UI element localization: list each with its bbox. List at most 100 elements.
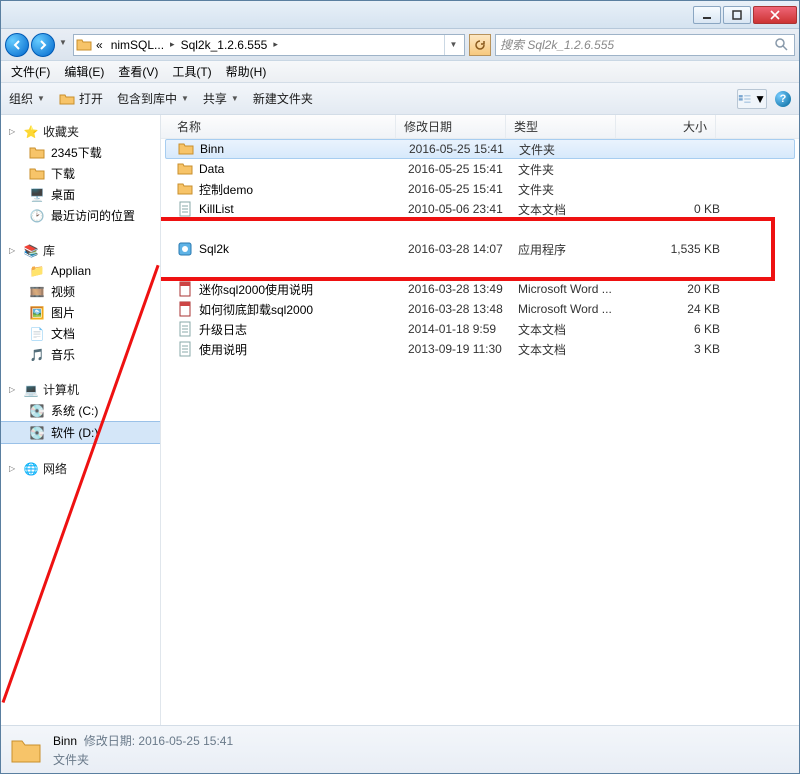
help-button[interactable]: ? — [775, 91, 791, 107]
file-row[interactable]: 控制demo2016-05-25 15:41文件夹 — [161, 179, 799, 199]
forward-button[interactable] — [31, 33, 55, 57]
folder-icon — [29, 145, 45, 161]
sidebar-item[interactable]: 2345下载 — [1, 142, 160, 163]
menu-tools[interactable]: 工具(T) — [166, 61, 217, 82]
back-button[interactable] — [5, 33, 29, 57]
file-date: 2016-03-28 14:07 — [408, 242, 518, 256]
file-row[interactable]: 升级日志2014-01-18 9:59文本文档6 KB — [161, 319, 799, 339]
details-pane: Binn 修改日期: 2016-05-25 15:41 文件夹 — [1, 725, 799, 773]
breadcrumb-item[interactable]: nimSQL... — [107, 35, 168, 55]
view-options[interactable]: ▼ — [737, 89, 767, 109]
open-button[interactable]: 打开 — [59, 90, 103, 107]
pictures-icon: 🖼️ — [29, 305, 45, 321]
minimize-button[interactable] — [693, 6, 721, 24]
recent-icon: 🕑 — [29, 208, 45, 224]
sidebar-item[interactable]: 💽软件 (D:) — [1, 421, 160, 444]
file-list[interactable]: Binn 2016-05-25 15:41 文件夹Data2016-05-25 15… — [161, 139, 799, 725]
file-size: 1,535 KB — [628, 242, 728, 256]
txt-icon — [177, 321, 193, 337]
menu-help[interactable]: 帮助(H) — [220, 61, 273, 82]
txt-icon — [177, 341, 193, 357]
file-date: 2016-05-25 15:41 — [409, 142, 519, 156]
sidebar-item[interactable]: 🎵音乐 — [1, 344, 160, 365]
desktop-icon: 🖥️ — [29, 187, 45, 203]
txt-icon — [177, 201, 193, 217]
file-type: 文本文档 — [518, 201, 628, 218]
refresh-button[interactable] — [469, 34, 491, 56]
folder-icon — [177, 161, 193, 177]
file-name: Data — [199, 162, 224, 176]
network-group[interactable]: ▷🌐网络 — [1, 458, 160, 479]
file-row[interactable]: 使用说明2013-09-19 11:30文本文档3 KB — [161, 339, 799, 359]
search-input[interactable]: 搜索 Sql2k_1.2.6.555 — [495, 34, 795, 56]
open-icon — [59, 91, 75, 107]
address-bar[interactable]: « nimSQL...▸ Sql2k_1.2.6.555▸ ▼ — [73, 34, 465, 56]
exe-icon — [177, 241, 193, 257]
file-size: 24 KB — [628, 302, 728, 316]
doc-icon — [177, 281, 193, 297]
sidebar-item[interactable]: 💽系统 (C:) — [1, 400, 160, 421]
file-type: Microsoft Word ... — [518, 282, 628, 296]
organize-button[interactable]: 组织▼ — [9, 90, 45, 107]
sidebar-item[interactable]: 🖼️图片 — [1, 302, 160, 323]
command-bar: 组织▼ 打开 包含到库中▼ 共享▼ 新建文件夹 ▼ ? — [1, 83, 799, 115]
search-placeholder: 搜索 Sql2k_1.2.6.555 — [500, 36, 614, 53]
file-row[interactable]: Sql2k2016-03-28 14:07应用程序1,535 KB — [161, 239, 799, 259]
music-icon: 🎵 — [29, 347, 45, 363]
documents-icon: 📄 — [29, 326, 45, 342]
computer-group[interactable]: ▷💻计算机 — [1, 379, 160, 400]
file-date: 2013-09-19 11:30 — [408, 342, 518, 356]
network-icon: 🌐 — [23, 461, 39, 477]
file-date: 2016-03-28 13:48 — [408, 302, 518, 316]
folder-icon — [9, 733, 43, 767]
navigation-pane[interactable]: ▷⭐收藏夹 2345下载 下载 🖥️桌面 🕑最近访问的位置 ▷📚库 📁Appli… — [1, 115, 161, 725]
libraries-group[interactable]: ▷📚库 — [1, 240, 160, 261]
sidebar-item[interactable]: 📁Applian — [1, 261, 160, 281]
column-size[interactable]: 大小 — [616, 115, 716, 138]
file-row[interactable]: 迷你sql2000使用说明2016-03-28 13:49Microsoft W… — [161, 279, 799, 299]
file-type: Microsoft Word ... — [518, 302, 628, 316]
file-type: 文本文档 — [518, 341, 628, 358]
column-date[interactable]: 修改日期 — [396, 115, 506, 138]
folder-icon — [76, 37, 92, 53]
newfolder-button[interactable]: 新建文件夹 — [253, 90, 313, 107]
file-row[interactable]: 如何彻底卸载sql20002016-03-28 13:48Microsoft W… — [161, 299, 799, 319]
address-dropdown[interactable]: ▼ — [444, 35, 462, 55]
file-type: 应用程序 — [518, 241, 628, 258]
sidebar-item[interactable]: 🖥️桌面 — [1, 184, 160, 205]
include-button[interactable]: 包含到库中▼ — [117, 90, 189, 107]
status-type: 文件夹 — [53, 751, 233, 768]
breadcrumb-item[interactable]: Sql2k_1.2.6.555 — [177, 35, 272, 55]
library-icon: 📚 — [23, 243, 39, 259]
maximize-button[interactable] — [723, 6, 751, 24]
menu-file[interactable]: 文件(F) — [5, 61, 56, 82]
share-button[interactable]: 共享▼ — [203, 90, 239, 107]
sidebar-item[interactable]: 📄文档 — [1, 323, 160, 344]
column-type[interactable]: 类型 — [506, 115, 616, 138]
menu-view[interactable]: 查看(V) — [112, 61, 164, 82]
close-button[interactable] — [753, 6, 797, 24]
body: ▷⭐收藏夹 2345下载 下载 🖥️桌面 🕑最近访问的位置 ▷📚库 📁Appli… — [1, 115, 799, 725]
sidebar-item[interactable]: 🕑最近访问的位置 — [1, 205, 160, 226]
menu-edit[interactable]: 编辑(E) — [58, 61, 110, 82]
file-name: 升级日志 — [199, 321, 247, 338]
history-dropdown[interactable]: ▼ — [57, 33, 69, 53]
file-name: Binn — [200, 142, 224, 156]
sidebar-item[interactable]: 🎞️视频 — [1, 281, 160, 302]
file-row[interactable]: Data2016-05-25 15:41文件夹 — [161, 159, 799, 179]
file-size: 3 KB — [628, 342, 728, 356]
doc-icon — [177, 301, 193, 317]
file-row[interactable]: KillList2010-05-06 23:41文本文档0 KB — [161, 199, 799, 219]
column-name[interactable]: 名称 — [161, 115, 396, 138]
file-name: 迷你sql2000使用说明 — [199, 281, 313, 298]
file-row[interactable]: Binn2016-05-25 15:41文件夹 — [165, 139, 795, 159]
file-date: 2010-05-06 23:41 — [408, 202, 518, 216]
file-type: 文件夹 — [518, 161, 628, 178]
sidebar-item[interactable]: 下载 — [1, 163, 160, 184]
folder-icon — [178, 141, 194, 157]
folder-icon — [29, 166, 45, 182]
drive-icon: 💽 — [29, 425, 45, 441]
explorer-window: ▼ « nimSQL...▸ Sql2k_1.2.6.555▸ ▼ 搜索 Sql… — [0, 0, 800, 774]
favorites-group[interactable]: ▷⭐收藏夹 — [1, 121, 160, 142]
breadcrumb-root[interactable]: « — [92, 35, 107, 55]
